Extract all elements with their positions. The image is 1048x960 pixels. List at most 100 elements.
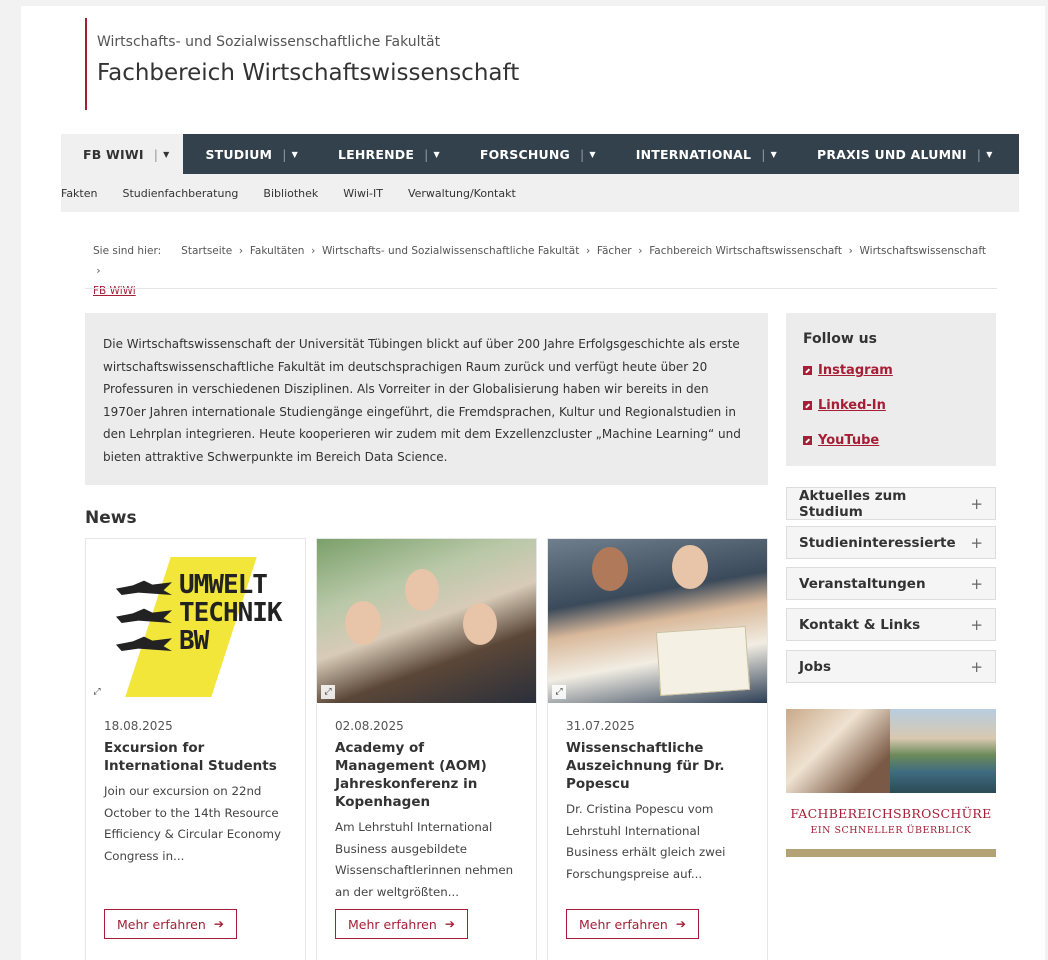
brochure-title: Fachbereichsbroschüre bbox=[790, 806, 992, 821]
expand-icon[interactable]: ⤢ bbox=[90, 685, 104, 699]
person-face bbox=[405, 569, 439, 611]
accordion-kontakt-links[interactable]: Kontakt & Links + bbox=[786, 608, 996, 641]
nav-item-studium[interactable]: STUDIUM | ▼ bbox=[183, 134, 315, 174]
person-face bbox=[672, 545, 708, 589]
accordion-label: Jobs bbox=[799, 658, 831, 675]
nav-label: PRAXIS UND ALUMNI bbox=[817, 146, 967, 162]
link-label: YouTube bbox=[818, 433, 880, 448]
breadcrumb-current[interactable]: FB WiWi bbox=[93, 285, 136, 297]
button-label: Mehr erfahren bbox=[579, 916, 668, 932]
arrow-right-icon: ➔ bbox=[213, 917, 224, 931]
news-date: 18.08.2025 bbox=[104, 719, 173, 733]
button-label: Mehr erfahren bbox=[117, 916, 206, 932]
faculty-name[interactable]: Wirtschafts- und Sozialwissenschaftliche… bbox=[97, 34, 519, 50]
department-title[interactable]: Fachbereich Wirtschaftswissenschaft bbox=[97, 60, 519, 86]
news-title[interactable]: Wissenschaftliche Auszeichnung für Dr. P… bbox=[566, 739, 753, 793]
site-header: Wirtschafts- und Sozialwissenschaftliche… bbox=[85, 18, 519, 110]
news-image[interactable]: ⤢ bbox=[548, 539, 767, 703]
news-image[interactable]: UMWELT TECHNIK BW ⤢ bbox=[86, 539, 305, 703]
nav-divider: | bbox=[976, 146, 982, 162]
nav-item-forschung[interactable]: FORSCHUNG | ▼ bbox=[458, 134, 614, 174]
person-face bbox=[592, 547, 628, 591]
person-face bbox=[345, 601, 381, 645]
youtube-link[interactable]: YouTube bbox=[803, 423, 979, 458]
breadcrumb-item[interactable]: Fächer bbox=[597, 245, 632, 257]
news-date: 02.08.2025 bbox=[335, 719, 404, 733]
page: Wirtschafts- und Sozialwissenschaftliche… bbox=[21, 6, 1045, 960]
nav-item-praxis-und-alumni[interactable]: PRAXIS UND ALUMNI | ▼ bbox=[795, 134, 1011, 174]
nav-item-lehrende[interactable]: LEHRENDE | ▼ bbox=[316, 134, 458, 174]
subnav-item-bibliothek[interactable]: Bibliothek bbox=[263, 187, 318, 200]
accordion-label: Veranstaltungen bbox=[799, 575, 926, 592]
logo-line: TECHNIK bbox=[179, 598, 283, 628]
link-label: Linked-In bbox=[818, 398, 886, 413]
caret-down-icon[interactable]: ▼ bbox=[771, 150, 777, 159]
accordion-label: Studieninteressierte bbox=[799, 534, 956, 551]
nav-item-international[interactable]: INTERNATIONAL | ▼ bbox=[614, 134, 795, 174]
mehr-erfahren-button[interactable]: Mehr erfahren ➔ bbox=[566, 909, 699, 939]
linkedin-link[interactable]: Linked-In bbox=[803, 388, 979, 423]
accordion-veranstaltungen[interactable]: Veranstaltungen + bbox=[786, 567, 996, 600]
nav-divider: | bbox=[579, 146, 585, 162]
breadcrumb-item[interactable]: Fakultäten bbox=[250, 245, 305, 257]
external-link-icon bbox=[803, 366, 812, 375]
main-navigation: FB WIWI | ▼ STUDIUM | ▼ LEHRENDE | ▼ FORSCHUNG… bbox=[61, 134, 1019, 174]
breadcrumb-item[interactable]: Wirtschafts- und Sozialwissenschaftliche… bbox=[322, 245, 579, 257]
expand-icon[interactable]: ⤢ bbox=[321, 685, 335, 699]
accordion-jobs[interactable]: Jobs + bbox=[786, 650, 996, 683]
breadcrumb-item[interactable]: Startseite bbox=[181, 245, 232, 257]
subnav-item-fakten[interactable]: Fakten bbox=[61, 187, 97, 200]
caret-down-icon[interactable]: ▼ bbox=[163, 150, 169, 159]
nav-label: FORSCHUNG bbox=[479, 146, 570, 162]
arrow-right-icon: ➔ bbox=[675, 917, 686, 931]
caret-down-icon[interactable]: ▼ bbox=[434, 150, 440, 159]
news-image[interactable]: ⤢ bbox=[317, 539, 536, 703]
gold-bar bbox=[786, 849, 996, 857]
plus-icon: + bbox=[970, 494, 983, 513]
news-title[interactable]: Academy of Management (AOM) Jahreskonfer… bbox=[335, 739, 522, 811]
news-teaser: Am Lehrstuhl International Business ausg… bbox=[335, 820, 514, 899]
instagram-link[interactable]: Instagram bbox=[803, 353, 979, 388]
city-photo bbox=[890, 709, 996, 793]
nav-divider: | bbox=[282, 146, 287, 162]
nav-item-fb-wiwi[interactable]: FB WIWI | ▼ bbox=[61, 134, 184, 174]
breadcrumb-item[interactable]: Fachbereich Wirtschaftswissenschaft bbox=[649, 245, 842, 257]
brochure-subtitle: EIN SCHNELLER ÜBERBLICK bbox=[810, 825, 972, 836]
brochure-banner[interactable]: Fachbereichsbroschüre EIN SCHNELLER ÜBER… bbox=[786, 709, 996, 857]
caret-down-icon[interactable]: ▼ bbox=[589, 150, 595, 159]
caret-down-icon[interactable]: ▼ bbox=[292, 150, 298, 159]
plus-icon: + bbox=[970, 657, 983, 676]
divider bbox=[85, 288, 997, 289]
nav-label: FB WIWI bbox=[83, 146, 144, 162]
subnav-item-wiwi-it[interactable]: Wiwi-IT bbox=[343, 187, 383, 200]
news-title[interactable]: Excursion for International Students bbox=[104, 739, 291, 775]
mehr-erfahren-button[interactable]: Mehr erfahren ➔ bbox=[335, 909, 468, 939]
link-label: Instagram bbox=[818, 363, 893, 378]
plus-icon: + bbox=[970, 574, 983, 593]
nav-label: LEHRENDE bbox=[337, 146, 415, 162]
umwelttechnik-logo: UMWELT TECHNIK BW bbox=[86, 539, 305, 703]
accordion-aktuelles-zum-studium[interactable]: Aktuelles zum Studium + bbox=[786, 487, 996, 520]
nav-divider: | bbox=[153, 146, 159, 162]
breadcrumb: Sie sind hier: Startseite › Fakultäten ›… bbox=[93, 245, 986, 297]
news-card: ⤢ 02.08.2025 Academy of Management (AOM)… bbox=[316, 538, 537, 960]
news-teaser: Dr. Cristina Popescu vom Lehrstuhl Inter… bbox=[566, 802, 726, 881]
accordion-studieninteressierte[interactable]: Studieninteressierte + bbox=[786, 526, 996, 559]
follow-us-box: Follow us Instagram Linked-In YouTube bbox=[786, 313, 996, 466]
students-photo bbox=[786, 709, 890, 793]
subnav-item-studienfachberatung[interactable]: Studienfachberatung bbox=[122, 187, 238, 200]
button-label: Mehr erfahren bbox=[348, 916, 437, 932]
logo-line: BW bbox=[179, 626, 209, 656]
breadcrumb-item[interactable]: Wirtschaftswissenschaft bbox=[860, 245, 986, 257]
follow-us-title: Follow us bbox=[803, 331, 877, 347]
caret-down-icon[interactable]: ▼ bbox=[986, 150, 992, 159]
news-heading: News bbox=[85, 508, 137, 528]
external-link-icon bbox=[803, 436, 812, 445]
subnav-item-verwaltung-kontakt[interactable]: Verwaltung/Kontakt bbox=[408, 187, 516, 200]
logo-line: UMWELT bbox=[179, 570, 268, 600]
expand-icon[interactable]: ⤢ bbox=[552, 685, 566, 699]
mehr-erfahren-button[interactable]: Mehr erfahren ➔ bbox=[104, 909, 237, 939]
news-card: UMWELT TECHNIK BW ⤢ 18.08.2025 Excursion… bbox=[85, 538, 306, 960]
news-card: ⤢ 31.07.2025 Wissenschaftliche Auszeichn… bbox=[547, 538, 768, 960]
nav-label: STUDIUM bbox=[205, 146, 273, 162]
